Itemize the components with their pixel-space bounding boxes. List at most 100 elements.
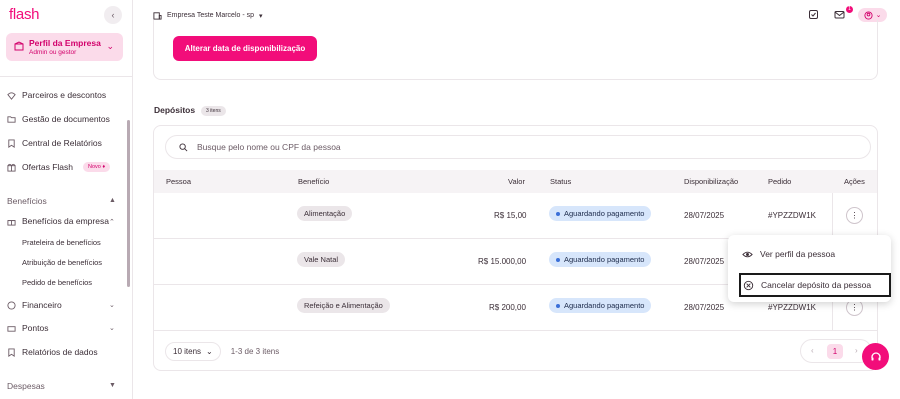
new-badge: Novo ♦ [83,162,111,172]
status-badge: Aguardando pagamento [549,298,652,313]
checklist-icon[interactable] [808,9,819,20]
page-size-select[interactable]: 10 itens ⌄ [165,342,221,361]
col-disponibilizacao: Disponibilização [684,177,739,186]
cell-valor: R$ 15,00 [494,211,527,220]
building-icon [153,12,162,20]
headset-icon [870,351,881,360]
search-field[interactable] [165,135,871,159]
range-text: 1-3 de 3 itens [230,347,280,356]
company-switcher[interactable]: Empresa Teste Marcelo - sp ▾ [153,11,263,20]
sidebar-item-financeiro[interactable]: Financeiro [7,300,62,310]
menu-item-label: Ver perfil da pessoa [760,249,836,259]
gift-icon [7,219,16,226]
cell-disponibilizacao: 28/07/2025 [684,211,725,220]
mail-icon[interactable] [834,9,845,20]
cell-valor: R$ 200,00 [489,303,526,312]
row-actions-menu: Ver perfil da pessoa Cancelar depósito d… [728,235,891,302]
help-button[interactable] [862,343,889,370]
cancel-circle-icon [743,280,754,290]
chevron-up-icon[interactable]: ▲ [109,197,116,204]
chevron-down-icon[interactable]: ⌄ [109,301,115,309]
sidebar-item-label: Ofertas Flash [22,162,74,172]
menu-item-label: Cancelar depósito da pessoa [761,280,872,290]
profile-title: Perfil da Empresa [29,38,101,48]
search-icon [179,143,188,152]
offers-icon [7,163,16,172]
pagination: ‹ 1 › [800,339,872,363]
sidebar-item-label: Parceiros e descontos [22,90,107,100]
table-row[interactable]: Alimentação R$ 15,00 Aguardando pagament… [154,193,877,239]
deposits-count-badge: 3 itens [201,106,226,116]
sidebar-item-label: Gestão de documentos [22,114,110,124]
sidebar-item-label: Financeiro [22,300,62,310]
benefit-tag: Alimentação [297,206,353,221]
profile-subtitle: Admin ou gestor [29,49,77,56]
sidebar-item-label: Benefícios da empresa [22,216,109,226]
collapse-sidebar-button[interactable]: ‹ [104,6,122,24]
deposits-title: Depósitos [154,105,196,115]
sidebar: flash ‹ Perfil da Empresa Admin ou gesto… [0,0,133,399]
table-header: Pessoa Benefício Valor Status Disponibil… [154,170,877,193]
sidebar-subitem-atribuicao[interactable]: Atribuição de benefícios [22,258,102,267]
col-status: Status [550,177,572,186]
col-pessoa: Pessoa [166,177,192,186]
benefit-tag: Refeição e Alimentação [297,298,390,313]
sidebar-scrollbar[interactable] [127,120,130,287]
col-pedido: Pedido [768,177,792,186]
col-beneficio: Benefício [298,177,330,186]
chevron-down-icon[interactable]: ⌄ [109,324,115,332]
status-dot-icon [556,303,560,308]
pagination-info: 10 itens ⌄ 1-3 de 3 itens [165,342,279,361]
search-input[interactable] [197,140,697,154]
chevron-right-icon[interactable]: › [855,346,858,355]
chevron-left-icon[interactable]: ‹ [811,346,814,355]
menu-item-view-profile[interactable]: Ver perfil da pessoa [728,242,891,266]
sidebar-item-relatorios[interactable]: Central de Relatórios [7,138,102,148]
menu-item-cancel-deposit[interactable]: Cancelar depósito da pessoa [739,273,891,297]
change-availability-date-button[interactable]: Alterar data de disponibilização [173,36,317,61]
flash-logo[interactable]: flash [9,6,39,23]
section-beneficios[interactable]: Benefícios [7,196,47,206]
chevron-down-icon: ⌄ [206,347,213,356]
report-icon [8,138,15,148]
col-valor: Valor [508,177,525,186]
status-badge: Aguardando pagamento [549,206,652,221]
sidebar-item-label: Relatórios de dados [22,347,98,357]
row-actions-button[interactable]: ⋮ [846,207,863,224]
page-size-value: 10 itens [173,347,202,356]
status-label: Aguardando pagamento [564,209,645,218]
sidebar-divider [0,76,133,77]
sidebar-subitem-prateleira[interactable]: Prateleira de benefícios [22,238,101,247]
sidebar-item-beneficios-empresa[interactable]: Benefícios da empresa [7,216,109,226]
sidebar-item-parceiros[interactable]: Parceiros e descontos [7,90,106,100]
col-acoes: Ações [844,177,865,186]
status-badge: Aguardando pagamento [549,252,652,267]
building-icon [14,41,24,51]
sidebar-item-documentos[interactable]: Gestão de documentos [7,114,110,124]
chevron-down-icon[interactable]: ▼ [109,382,116,389]
chevron-down-icon: ⌄ [106,41,114,51]
more-vertical-icon: ⋮ [850,303,859,312]
folder-icon [7,115,16,123]
sidebar-item-pontos[interactable]: Pontos [7,323,48,333]
page-button-current[interactable]: 1 [827,344,843,359]
sidebar-item-ofertas[interactable]: Ofertas Flash Novo ♦ [7,162,111,172]
status-label: Aguardando pagamento [564,301,645,310]
caret-down-icon: ▾ [259,12,263,20]
status-label: Aguardando pagamento [564,255,645,264]
cell-disponibilizacao: 28/07/2025 [684,303,725,312]
status-dot-icon [556,257,560,262]
chevron-up-icon[interactable]: ⌃ [109,218,115,226]
points-icon [7,325,16,332]
section-despesas[interactable]: Despesas [7,381,45,391]
profile-switcher[interactable]: Perfil da Empresa Admin ou gestor ⌄ [6,33,123,61]
sidebar-item-relatorios-dados[interactable]: Relatórios de dados [7,347,98,357]
chevron-left-icon: ‹ [111,10,115,20]
chevron-down-icon: ⌄ [875,12,882,19]
cell-valor: R$ 15.000,00 [478,257,527,266]
sidebar-subitem-pedido[interactable]: Pedido de benefícios [22,278,92,287]
finance-icon [7,300,16,310]
cell-pedido: #YPZZDW1K [768,211,817,220]
sidebar-item-label: Pontos [22,323,49,333]
status-dot-icon [556,211,560,216]
